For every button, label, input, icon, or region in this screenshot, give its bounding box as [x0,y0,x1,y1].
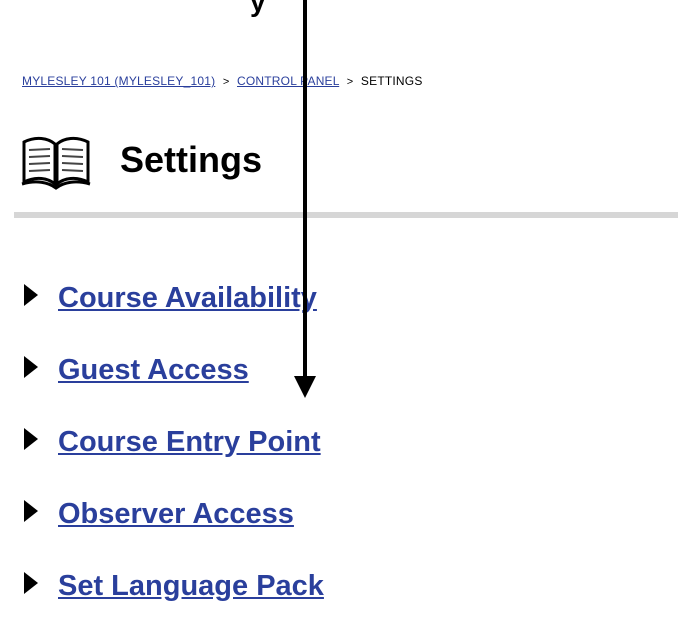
open-book-icon [21,136,91,190]
annotation-arrow-head-icon [294,376,316,398]
course-availability-link[interactable]: Course Availability [58,282,317,315]
observer-access-link[interactable]: Observer Access [58,498,294,531]
triangle-right-icon [24,428,38,450]
set-language-pack-link[interactable]: Set Language Pack [58,570,324,603]
settings-list: Course Availability Guest Access Course … [24,262,324,622]
course-entry-point-link[interactable]: Course Entry Point [58,426,321,459]
header-divider [14,212,678,218]
partial-top-text: y [250,0,267,17]
breadcrumb: MYLESLEY 101 (MYLESLEY_101) > CONTROL PA… [22,74,423,88]
list-item: Set Language Pack [24,550,324,622]
page-header: Settings [20,130,262,190]
triangle-right-icon [24,500,38,522]
guest-access-link[interactable]: Guest Access [58,354,249,387]
list-item: Observer Access [24,478,324,550]
breadcrumb-course-link[interactable]: MYLESLEY 101 (MYLESLEY_101) [22,74,215,88]
triangle-right-icon [24,284,38,306]
triangle-right-icon [24,356,38,378]
list-item: Course Entry Point [24,406,324,478]
page-title: Settings [120,139,263,180]
annotation-arrow-line [303,0,307,378]
breadcrumb-control-panel-link[interactable]: CONTROL PANEL [237,74,339,88]
breadcrumb-separator: > [346,76,354,88]
breadcrumb-current: SETTINGS [360,74,423,88]
list-item: Guest Access [24,334,324,406]
list-item: Course Availability [24,262,324,334]
triangle-right-icon [24,572,38,594]
breadcrumb-separator: > [222,76,230,88]
